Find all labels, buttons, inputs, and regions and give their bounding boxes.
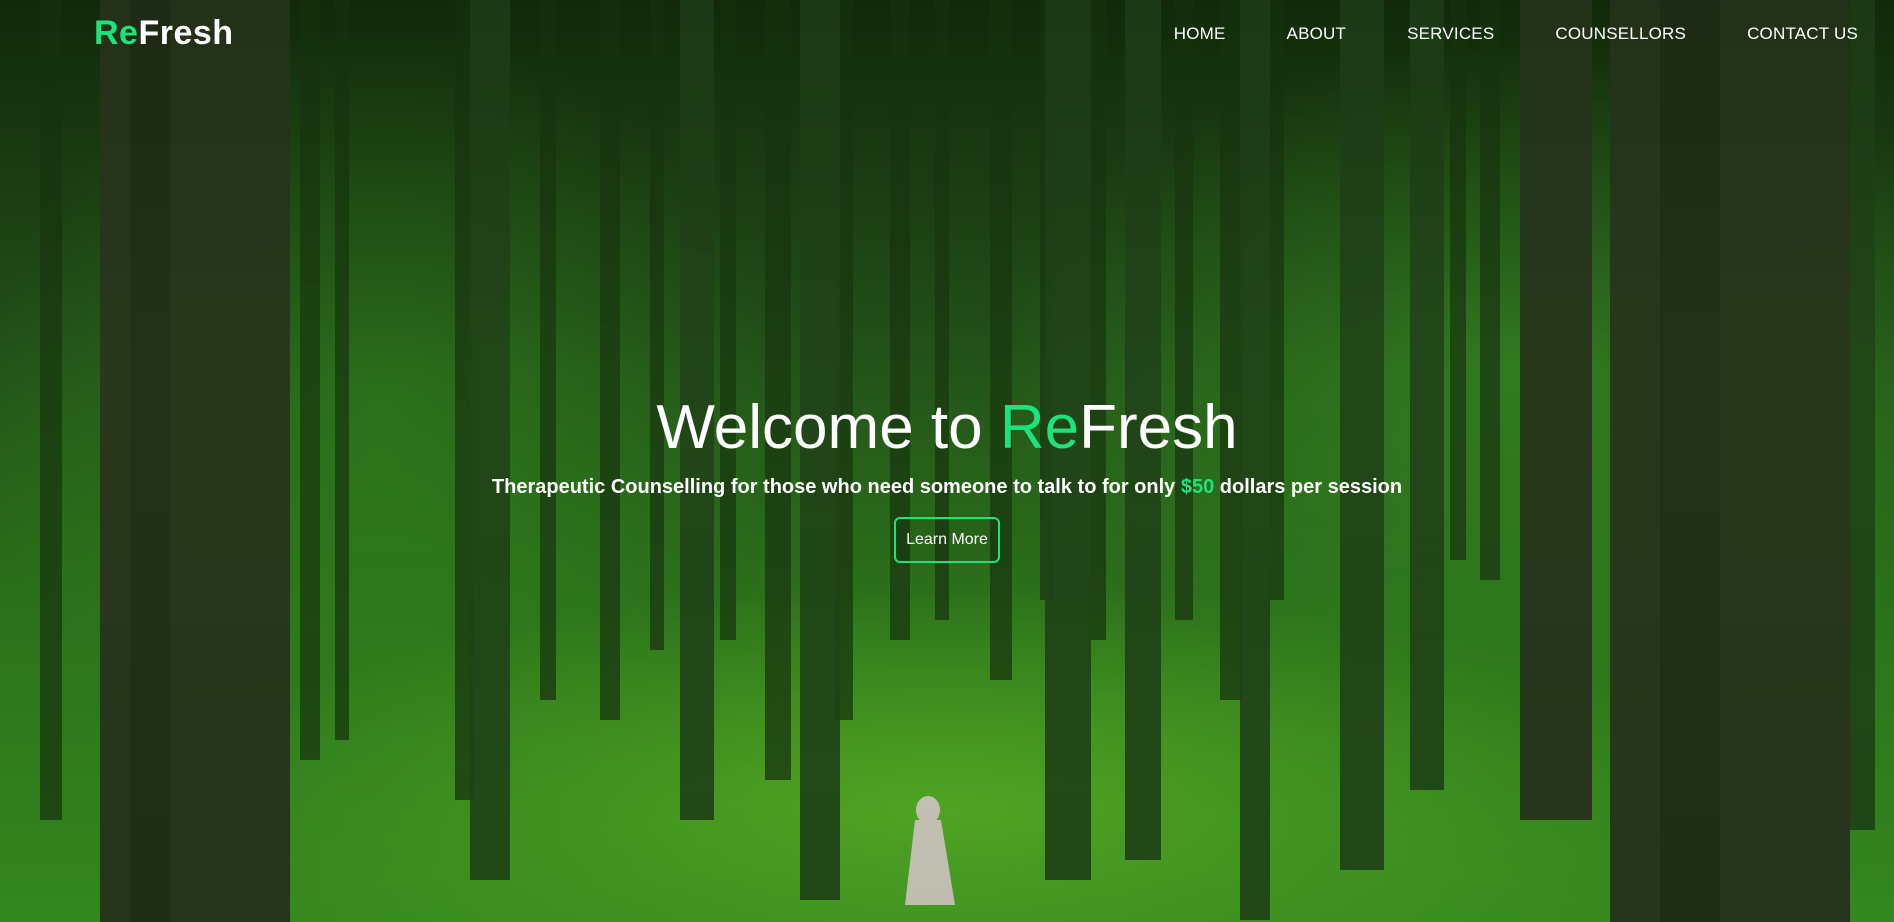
hero-subtitle: Therapeutic Counselling for those who ne… [0,476,1894,499]
hero-title-prefix: Welcome to [656,393,1000,462]
nav-home[interactable]: HOME [1174,24,1226,44]
hero-title: Welcome to ReFresh [0,390,1894,466]
brand-logo[interactable]: ReFresh [94,14,234,53]
nav-contact-us[interactable]: CONTACT US [1747,24,1858,44]
page: ReFresh HOME ABOUT SERVICES COUNSELLORS … [0,0,1894,922]
nav-counsellors[interactable]: COUNSELLORS [1555,24,1686,44]
hero-title-accent: Re [999,393,1080,462]
hero-subtitle-before: Therapeutic Counselling for those who ne… [491,476,1181,498]
nav-services[interactable]: SERVICES [1407,24,1494,44]
brand-logo-accent: Re [94,14,139,52]
hero-subtitle-price: $50 [1180,476,1215,498]
nav-about[interactable]: ABOUT [1287,24,1347,44]
brand-logo-text: Fresh [138,14,234,52]
main-nav: HOME ABOUT SERVICES COUNSELLORS CONTACT … [1113,24,1858,44]
learn-more-button[interactable]: Learn More [894,517,1000,563]
hero-title-suffix: Fresh [1079,393,1238,462]
hero-subtitle-after: dollars per session [1214,476,1403,498]
hero-section: Welcome to ReFresh Therapeutic Counselli… [0,390,1894,563]
